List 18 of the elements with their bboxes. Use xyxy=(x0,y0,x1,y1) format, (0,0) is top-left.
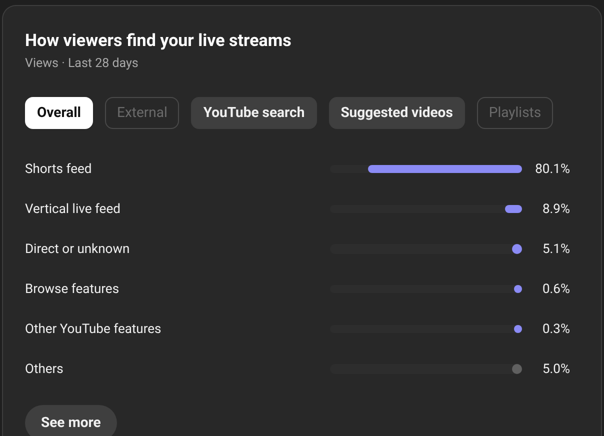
filter-tab[interactable]: YouTube search xyxy=(191,97,317,129)
card-subtitle: Views · Last 28 days xyxy=(25,56,140,72)
source-name: Other YouTube features xyxy=(25,322,162,336)
filter-tab[interactable]: Suggested videos xyxy=(328,97,465,129)
card-title: How viewers find your live streams xyxy=(25,30,292,52)
source-name: Vertical live feed xyxy=(25,202,122,216)
see-more-button[interactable]: See more xyxy=(25,405,117,436)
source-name: Others xyxy=(25,362,64,376)
source-name: Direct or unknown xyxy=(25,242,131,256)
share-percent: 8.9% xyxy=(541,202,570,216)
share-percent: 0.6% xyxy=(541,282,570,296)
filter-tab[interactable]: Overall xyxy=(25,97,94,129)
source-name: Shorts feed xyxy=(25,162,93,176)
share-percent: 80.1% xyxy=(534,162,570,176)
share-percent: 5.0% xyxy=(541,362,570,376)
share-percent: 5.1% xyxy=(541,242,570,256)
source-name: Browse features xyxy=(25,282,120,296)
share-percent: 0.3% xyxy=(541,322,570,336)
